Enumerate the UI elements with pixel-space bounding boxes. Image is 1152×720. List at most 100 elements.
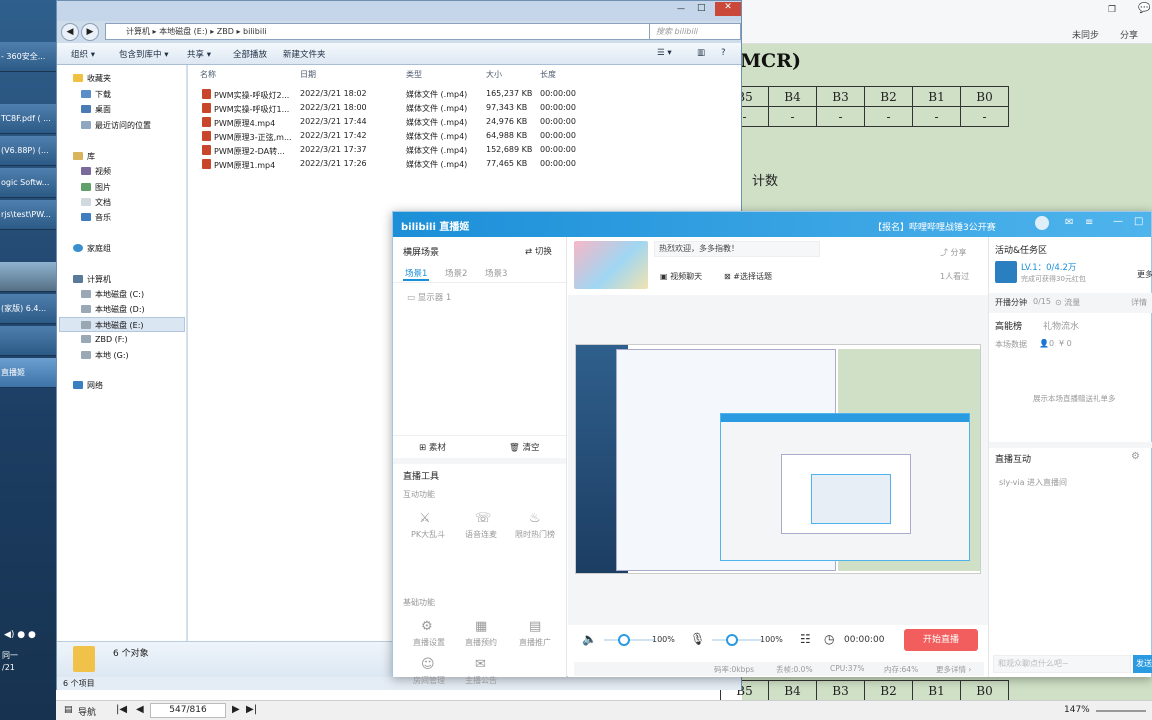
voice-link-button[interactable]: 语音连麦: [465, 529, 497, 540]
tray-icons[interactable]: ◀) ● ●: [4, 630, 36, 640]
mixer-icon[interactable]: ☷: [800, 632, 811, 646]
column-header-length[interactable]: 长度: [540, 69, 556, 80]
stream-preview[interactable]: [575, 344, 981, 574]
file-row[interactable]: PWM实操-呼吸灯2... 2022/3/21 18:02 媒体文件 (.mp4) 1…: [188, 87, 741, 101]
breadcrumb-item[interactable]: 计算机: [126, 27, 150, 36]
column-header-name[interactable]: 名称: [200, 69, 216, 80]
forward-button[interactable]: ▶: [81, 23, 99, 41]
share-button[interactable]: ⤴ 分享: [940, 247, 967, 258]
share-menu-button[interactable]: 共享 ▾: [187, 48, 211, 60]
address-bar[interactable]: 计算机 ▸ 本地磁盘 (E:) ▸ ZBD ▸ bilibili: [105, 23, 675, 40]
nav-favorites[interactable]: 收藏夹: [73, 73, 111, 84]
maximize-button[interactable]: □: [697, 3, 706, 13]
more-link[interactable]: 更多: [1137, 269, 1152, 280]
play-all-button[interactable]: 全部播放: [233, 48, 267, 60]
new-folder-button[interactable]: 新建文件夹: [283, 48, 326, 60]
preview-pane-icon[interactable]: ▥: [697, 48, 705, 58]
tab-scene-1[interactable]: 场景1: [405, 267, 427, 279]
taskbar-item[interactable]: (家版) 6.4...: [0, 294, 56, 324]
nav-drive-d[interactable]: 本地磁盘 (D:): [81, 304, 145, 315]
column-header-size[interactable]: 大小: [486, 69, 502, 80]
source-item[interactable]: ▭ 显示器 1: [407, 291, 451, 303]
include-library-button[interactable]: 包含到库中 ▾: [119, 48, 168, 60]
pk-button[interactable]: PK大乱斗: [411, 529, 445, 540]
organize-button[interactable]: 组织 ▾: [71, 48, 95, 60]
comment-icon[interactable]: 💬: [1138, 3, 1150, 14]
breadcrumb-item[interactable]: ZBD: [217, 27, 234, 36]
file-row[interactable]: PWM原理3-正弦,m... 2022/3/21 17:42 媒体文件 (.mp4)…: [188, 129, 741, 143]
chat-input[interactable]: 和观众聊点什么吧~: [993, 655, 1131, 673]
view-icon[interactable]: ☰ ▾: [657, 48, 672, 58]
taskbar-item[interactable]: [0, 326, 56, 356]
minimize-button[interactable]: —: [677, 4, 685, 13]
help-icon[interactable]: ?: [721, 48, 726, 58]
restore-icon[interactable]: ❐: [1108, 5, 1116, 15]
file-row[interactable]: PWM实操-呼吸灯1... 2022/3/21 18:00 媒体文件 (.mp4) 9…: [188, 101, 741, 115]
taskbar-item[interactable]: TC8F.pdf ( ...: [0, 104, 56, 134]
taskbar-item[interactable]: [0, 262, 56, 292]
maximize-button[interactable]: □: [1134, 216, 1143, 227]
tab-gift-flow[interactable]: 礼物流水: [1043, 319, 1079, 332]
share-button[interactable]: 分享: [1120, 28, 1138, 41]
menu-icon[interactable]: ≡: [1085, 217, 1093, 228]
sync-status[interactable]: 未同步: [1072, 28, 1099, 41]
send-button[interactable]: 发送: [1133, 655, 1152, 673]
minimize-button[interactable]: —: [1113, 216, 1123, 227]
breadcrumb-item[interactable]: bilibili: [243, 27, 267, 36]
taskbar-item[interactable]: (V6.88P) (...: [0, 136, 56, 166]
search-input[interactable]: 搜索 bilibili: [649, 23, 741, 40]
hot-rank-button[interactable]: 限时热门榜: [515, 529, 555, 540]
topic-selector[interactable]: ⊠ #选择话题: [724, 271, 772, 282]
nav-homegroup[interactable]: 家庭组: [73, 243, 111, 254]
nav-computer[interactable]: 计算机: [73, 274, 111, 285]
nav-music[interactable]: 音乐: [81, 212, 111, 223]
slider-handle[interactable]: [726, 634, 738, 646]
material-button[interactable]: ⊞ 素材: [419, 441, 446, 453]
zoom-slider[interactable]: [1096, 710, 1146, 712]
taskbar-item[interactable]: 直播姬: [0, 358, 56, 388]
more-details-link[interactable]: 更多详情 ›: [936, 664, 971, 675]
detail-link[interactable]: 详情: [1131, 297, 1147, 308]
first-page-icon[interactable]: |◀: [116, 704, 127, 715]
nav-drive-c[interactable]: 本地磁盘 (C:): [81, 289, 144, 300]
file-row[interactable]: PWM原理1.mp4 2022/3/21 17:26 媒体文件 (.mp4) 77,4…: [188, 157, 741, 171]
taskbar-item[interactable]: - 360安全...: [0, 42, 56, 72]
clear-button[interactable]: 🗑 清空: [509, 441, 540, 453]
tab-high-energy-rank[interactable]: 高能榜: [995, 319, 1022, 332]
nav-label[interactable]: 导航: [78, 705, 96, 718]
tab-scene-3[interactable]: 场景3: [485, 267, 507, 279]
nav-videos[interactable]: 视频: [81, 166, 111, 177]
nav-network[interactable]: 网络: [73, 380, 103, 391]
nav-libraries[interactable]: 库: [73, 151, 95, 162]
event-notice[interactable]: 【报名】哔哩哔哩战锤3公开赛: [873, 220, 996, 233]
back-button[interactable]: ◀: [61, 23, 79, 41]
nav-documents[interactable]: 文档: [81, 197, 111, 208]
mail-icon[interactable]: ✉: [1065, 217, 1073, 228]
nav-downloads[interactable]: 下载: [81, 89, 111, 100]
live-schedule-button[interactable]: 直播预约: [465, 637, 497, 648]
nav-drive-g[interactable]: 本地 (G:): [81, 350, 129, 361]
announcement-button[interactable]: 主播公告: [465, 675, 497, 686]
column-header-type[interactable]: 类型: [406, 69, 422, 80]
nav-desktop[interactable]: 桌面: [81, 104, 111, 115]
close-button[interactable]: ✕: [715, 2, 741, 16]
gear-icon[interactable]: ⚙: [1131, 451, 1140, 462]
live-settings-button[interactable]: 直播设置: [413, 637, 445, 648]
microphone-icon[interactable]: 🎙: [690, 632, 705, 646]
tab-scene-2[interactable]: 场景2: [445, 267, 467, 279]
nav-drive-e[interactable]: 本地磁盘 (E:): [81, 320, 144, 331]
avatar[interactable]: [1035, 216, 1049, 230]
breadcrumb-item[interactable]: 本地磁盘 (E:): [159, 27, 208, 36]
speaker-icon[interactable]: 🔈: [582, 632, 597, 646]
category-selector[interactable]: ▣ 视频聊天: [660, 271, 702, 282]
nav-recent[interactable]: 最近访问的位置: [81, 120, 151, 131]
zoom-level[interactable]: 147%: [1064, 705, 1090, 715]
nav-pane-icon[interactable]: ▤: [64, 705, 73, 715]
next-page-icon[interactable]: ▶: [232, 704, 240, 715]
file-row[interactable]: PWM原理4.mp4 2022/3/21 17:44 媒体文件 (.mp4) 24,9…: [188, 115, 741, 129]
room-title-input[interactable]: 热烈欢迎，多多指教！: [654, 241, 820, 257]
switch-button[interactable]: ⇄ 切换: [525, 245, 552, 257]
file-row[interactable]: PWM原理2-DA转... 2022/3/21 17:37 媒体文件 (.mp4) 1…: [188, 143, 741, 157]
last-page-icon[interactable]: ▶|: [246, 704, 257, 715]
column-header-date[interactable]: 日期: [300, 69, 316, 80]
